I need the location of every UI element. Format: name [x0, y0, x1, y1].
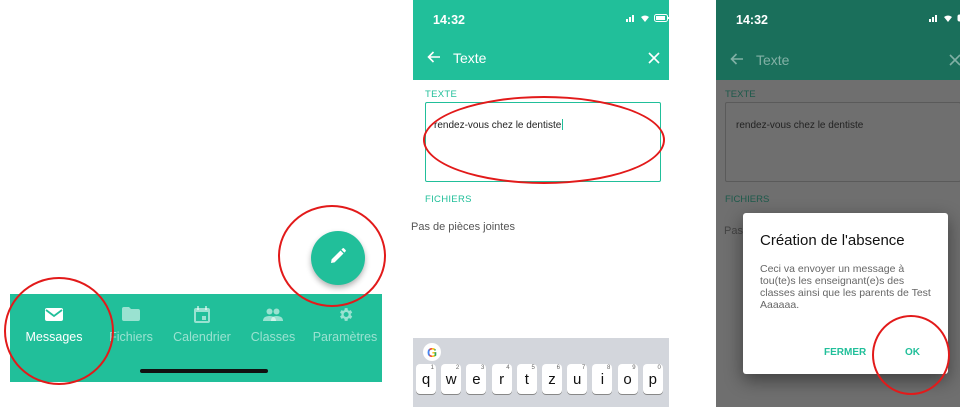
- key-letter: q: [421, 370, 431, 388]
- no-attachments-text: Pas de pièces jointes: [411, 221, 515, 233]
- wifi-icon: [641, 15, 649, 22]
- key-q[interactable]: 1q: [416, 364, 436, 394]
- signal-icon: [626, 15, 634, 22]
- highlight-circle-ok-button: [872, 315, 950, 395]
- key-number-hint: 1: [430, 365, 434, 371]
- calendar-icon: [194, 305, 210, 323]
- key-i[interactable]: 8i: [592, 364, 613, 394]
- status-icons: [626, 14, 670, 22]
- highlight-circle-text-field: [423, 96, 665, 184]
- key-number-hint: 8: [607, 365, 611, 371]
- google-g-icon[interactable]: G: [423, 343, 441, 361]
- header-title: Texte: [453, 50, 487, 66]
- key-z[interactable]: 6z: [542, 364, 562, 394]
- key-letter: u: [573, 370, 582, 388]
- text-input-field: rendez-vous chez le dentiste: [725, 102, 960, 182]
- status-time: 14:32: [736, 13, 768, 27]
- status-icons: [929, 14, 960, 22]
- key-number-hint: 7: [581, 365, 586, 371]
- key-r[interactable]: 4r: [491, 364, 512, 394]
- key-e[interactable]: 3e: [466, 364, 487, 394]
- key-t[interactable]: 5t: [516, 364, 537, 394]
- key-letter: o: [623, 370, 632, 388]
- key-letter: i: [600, 370, 605, 388]
- signal-icon: [929, 15, 937, 22]
- gear-icon: [337, 306, 354, 322]
- close-icon[interactable]: [648, 51, 660, 69]
- tab-classes[interactable]: Classes: [240, 294, 306, 354]
- key-number-hint: 5: [531, 365, 535, 371]
- key-number-hint: 2: [455, 365, 460, 371]
- people-icon: [263, 306, 283, 322]
- key-number-hint: 0: [657, 365, 661, 371]
- key-letter: e: [472, 370, 481, 388]
- key-p[interactable]: 0p: [642, 364, 663, 394]
- key-letter: r: [499, 370, 505, 388]
- key-u[interactable]: 7u: [567, 364, 588, 394]
- tab-calendrier[interactable]: Calendrier: [168, 294, 236, 354]
- highlight-circle-messages-tab: [4, 277, 114, 385]
- status-time: 14:32: [433, 13, 465, 27]
- key-letter: p: [648, 370, 657, 388]
- key-number-hint: 6: [556, 365, 560, 371]
- dimmed-header: 14:32 Texte: [716, 0, 960, 80]
- texte-section-label: TEXTE: [425, 89, 458, 100]
- app-header: Texte: [413, 36, 669, 80]
- fichiers-section-label: FICHIERS: [425, 194, 472, 205]
- tab-label: Calendrier: [173, 330, 231, 344]
- dialog-body: Ceci va envoyer un message à tou(te)s le…: [760, 263, 931, 311]
- text-input-value: rendez-vous chez le dentiste: [736, 120, 864, 131]
- home-indicator: [140, 369, 268, 373]
- tab-label: Fichiers: [109, 330, 153, 344]
- tab-label: Classes: [250, 330, 296, 344]
- key-letter: t: [524, 370, 529, 388]
- battery-icon: [654, 14, 670, 22]
- header-title: Texte: [756, 52, 790, 68]
- key-number-hint: 3: [481, 365, 485, 371]
- dialog-title: Création de l'absence: [760, 232, 905, 249]
- tab-label: Paramètres: [312, 330, 378, 344]
- wifi-icon: [944, 15, 952, 22]
- close-icon: [949, 53, 960, 71]
- status-bar: 14:32: [413, 0, 670, 36]
- fichiers-section-label: FICHIERS: [725, 194, 770, 205]
- key-o[interactable]: 9o: [617, 364, 638, 394]
- key-number-hint: 9: [632, 365, 636, 371]
- key-letter: z: [548, 370, 556, 388]
- no-attachments-text-partial: Pas: [724, 225, 743, 237]
- texte-section-label: TEXTE: [725, 89, 756, 100]
- key-number-hint: 4: [506, 365, 510, 371]
- back-arrow-icon: [730, 52, 744, 71]
- highlight-circle-fab: [278, 205, 386, 307]
- key-w[interactable]: 2w: [441, 364, 462, 394]
- key-letter: w: [445, 370, 457, 388]
- screenshot-collage: Messages Fichiers Calendrier Classes Par…: [0, 0, 960, 407]
- fermer-button[interactable]: FERMER: [824, 347, 866, 358]
- back-arrow-icon[interactable]: [427, 50, 441, 69]
- folder-icon: [122, 306, 140, 322]
